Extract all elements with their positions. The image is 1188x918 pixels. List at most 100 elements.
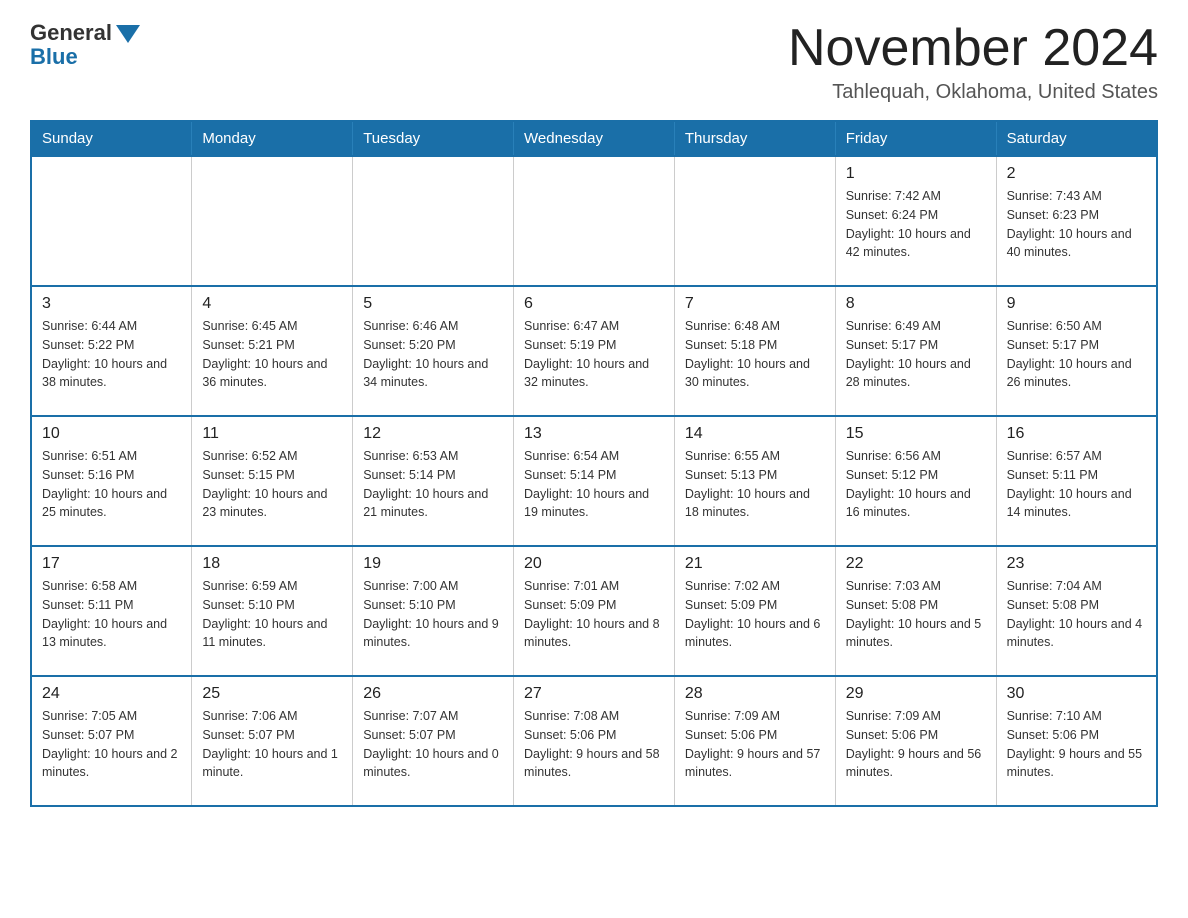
day-number: 30: [1007, 685, 1146, 703]
week-row-3: 17 Sunrise: 6:58 AM Sunset: 5:11 PM Dayli…: [31, 546, 1157, 676]
calendar-cell-w1-d3: 6 Sunrise: 6:47 AM Sunset: 5:19 PM Daylig…: [514, 286, 675, 416]
day-detail: Sunrise: 6:45 AM Sunset: 5:21 PM Dayligh…: [202, 317, 342, 392]
day-number: 10: [42, 425, 181, 443]
calendar-cell-w0-d2: [353, 156, 514, 286]
calendar-cell-w1-d5: 8Sunrise: 6:49 AM Sunset: 5:17 PM Daylig…: [835, 286, 996, 416]
calendar-cell-w2-d3: 13 Sunrise: 6:54 AM Sunset: 5:14 PM Dayli…: [514, 416, 675, 546]
logo-general-text: General: [30, 20, 112, 46]
header-monday: Monday: [192, 121, 353, 156]
calendar-table: Sunday Monday Tuesday Wednesday Thursday…: [30, 120, 1158, 807]
day-detail: Sunrise: 6:47 AM Sunset: 5:19 PM Dayligh…: [524, 317, 664, 392]
calendar-cell-w3-d1: 18 Sunrise: 6:59 AM Sunset: 5:10 PM Dayli…: [192, 546, 353, 676]
day-number: 18: [202, 555, 342, 573]
calendar-cell-w0-d5: 1 Sunrise: 7:42 AM Sunset: 6:24 PM Daylig…: [835, 156, 996, 286]
day-detail: Sunrise: 6:53 AM Sunset: 5:14 PM Dayligh…: [363, 447, 503, 522]
day-number: 26: [363, 685, 503, 703]
day-detail: Sunrise: 7:01 AM Sunset: 5:09 PM Dayligh…: [524, 577, 664, 652]
day-detail: Sunrise: 6:59 AM Sunset: 5:10 PM Dayligh…: [202, 577, 342, 652]
calendar-cell-w4-d1: 25Sunrise: 7:06 AM Sunset: 5:07 PM Dayli…: [192, 676, 353, 806]
day-number: 4: [202, 295, 342, 313]
day-detail: Sunrise: 6:51 AM Sunset: 5:16 PM Dayligh…: [42, 447, 181, 522]
header-tuesday: Tuesday: [353, 121, 514, 156]
day-detail: Sunrise: 7:10 AM Sunset: 5:06 PM Dayligh…: [1007, 707, 1146, 782]
calendar-cell-w1-d4: 7Sunrise: 6:48 AM Sunset: 5:18 PM Daylig…: [674, 286, 835, 416]
day-number: 16: [1007, 425, 1146, 443]
calendar-cell-w0-d4: [674, 156, 835, 286]
day-detail: Sunrise: 7:07 AM Sunset: 5:07 PM Dayligh…: [363, 707, 503, 782]
calendar-cell-w2-d6: 16 Sunrise: 6:57 AM Sunset: 5:11 PM Dayli…: [996, 416, 1157, 546]
day-number: 15: [846, 425, 986, 443]
calendar-cell-w0-d1: [192, 156, 353, 286]
day-detail: Sunrise: 7:42 AM Sunset: 6:24 PM Dayligh…: [846, 187, 986, 262]
logo: General Blue: [30, 20, 140, 70]
day-detail: Sunrise: 7:06 AM Sunset: 5:07 PM Dayligh…: [202, 707, 342, 782]
calendar-cell-w2-d5: 15 Sunrise: 6:56 AM Sunset: 5:12 PM Dayli…: [835, 416, 996, 546]
day-detail: Sunrise: 6:52 AM Sunset: 5:15 PM Dayligh…: [202, 447, 342, 522]
header-sunday: Sunday: [31, 121, 192, 156]
day-detail: Sunrise: 7:09 AM Sunset: 5:06 PM Dayligh…: [846, 707, 986, 782]
day-detail: Sunrise: 7:09 AM Sunset: 5:06 PM Dayligh…: [685, 707, 825, 782]
header-thursday: Thursday: [674, 121, 835, 156]
days-of-week-row: Sunday Monday Tuesday Wednesday Thursday…: [31, 121, 1157, 156]
calendar-body: 1 Sunrise: 7:42 AM Sunset: 6:24 PM Daylig…: [31, 156, 1157, 806]
calendar-cell-w4-d5: 29 Sunrise: 7:09 AM Sunset: 5:06 PM Dayli…: [835, 676, 996, 806]
day-number: 9: [1007, 295, 1146, 313]
day-number: 8: [846, 295, 986, 313]
calendar-cell-w0-d6: 2 Sunrise: 7:43 AM Sunset: 6:23 PM Daylig…: [996, 156, 1157, 286]
day-detail: Sunrise: 6:44 AM Sunset: 5:22 PM Dayligh…: [42, 317, 181, 392]
calendar-cell-w2-d1: 11 Sunrise: 6:52 AM Sunset: 5:15 PM Dayli…: [192, 416, 353, 546]
header-wednesday: Wednesday: [514, 121, 675, 156]
location-subtitle: Tahlequah, Oklahoma, United States: [788, 81, 1158, 104]
calendar-cell-w1-d6: 9Sunrise: 6:50 AM Sunset: 5:17 PM Daylig…: [996, 286, 1157, 416]
calendar-cell-w2-d2: 12 Sunrise: 6:53 AM Sunset: 5:14 PM Dayli…: [353, 416, 514, 546]
calendar-cell-w4-d6: 30 Sunrise: 7:10 AM Sunset: 5:06 PM Dayli…: [996, 676, 1157, 806]
week-row-4: 24Sunrise: 7:05 AM Sunset: 5:07 PM Dayli…: [31, 676, 1157, 806]
calendar-cell-w2-d4: 14Sunrise: 6:55 AM Sunset: 5:13 PM Dayli…: [674, 416, 835, 546]
header-saturday: Saturday: [996, 121, 1157, 156]
day-number: 1: [846, 165, 986, 183]
day-detail: Sunrise: 7:04 AM Sunset: 5:08 PM Dayligh…: [1007, 577, 1146, 652]
day-detail: Sunrise: 6:56 AM Sunset: 5:12 PM Dayligh…: [846, 447, 986, 522]
calendar-header: Sunday Monday Tuesday Wednesday Thursday…: [31, 121, 1157, 156]
day-detail: Sunrise: 6:57 AM Sunset: 5:11 PM Dayligh…: [1007, 447, 1146, 522]
week-row-0: 1 Sunrise: 7:42 AM Sunset: 6:24 PM Daylig…: [31, 156, 1157, 286]
day-number: 13: [524, 425, 664, 443]
page-header: General Blue November 2024 Tahlequah, Ok…: [30, 20, 1158, 104]
calendar-cell-w2-d0: 10 Sunrise: 6:51 AM Sunset: 5:16 PM Dayli…: [31, 416, 192, 546]
day-number: 17: [42, 555, 181, 573]
day-number: 6: [524, 295, 664, 313]
calendar-cell-w3-d4: 21 Sunrise: 7:02 AM Sunset: 5:09 PM Dayli…: [674, 546, 835, 676]
header-friday: Friday: [835, 121, 996, 156]
day-detail: Sunrise: 7:02 AM Sunset: 5:09 PM Dayligh…: [685, 577, 825, 652]
week-row-1: 3Sunrise: 6:44 AM Sunset: 5:22 PM Daylig…: [31, 286, 1157, 416]
day-detail: Sunrise: 7:43 AM Sunset: 6:23 PM Dayligh…: [1007, 187, 1146, 262]
day-number: 28: [685, 685, 825, 703]
title-block: November 2024 Tahlequah, Oklahoma, Unite…: [788, 20, 1158, 104]
day-number: 24: [42, 685, 181, 703]
calendar-cell-w4-d0: 24Sunrise: 7:05 AM Sunset: 5:07 PM Dayli…: [31, 676, 192, 806]
calendar-cell-w1-d1: 4 Sunrise: 6:45 AM Sunset: 5:21 PM Daylig…: [192, 286, 353, 416]
day-number: 29: [846, 685, 986, 703]
week-row-2: 10 Sunrise: 6:51 AM Sunset: 5:16 PM Dayli…: [31, 416, 1157, 546]
day-detail: Sunrise: 6:48 AM Sunset: 5:18 PM Dayligh…: [685, 317, 825, 392]
calendar-cell-w0-d0: [31, 156, 192, 286]
logo-arrow-icon: [116, 25, 140, 43]
day-detail: Sunrise: 7:00 AM Sunset: 5:10 PM Dayligh…: [363, 577, 503, 652]
day-number: 27: [524, 685, 664, 703]
day-number: 2: [1007, 165, 1146, 183]
day-number: 11: [202, 425, 342, 443]
day-detail: Sunrise: 6:58 AM Sunset: 5:11 PM Dayligh…: [42, 577, 181, 652]
day-number: 23: [1007, 555, 1146, 573]
day-detail: Sunrise: 7:08 AM Sunset: 5:06 PM Dayligh…: [524, 707, 664, 782]
day-detail: Sunrise: 6:54 AM Sunset: 5:14 PM Dayligh…: [524, 447, 664, 522]
day-number: 21: [685, 555, 825, 573]
calendar-cell-w3-d5: 22Sunrise: 7:03 AM Sunset: 5:08 PM Dayli…: [835, 546, 996, 676]
day-number: 14: [685, 425, 825, 443]
day-number: 12: [363, 425, 503, 443]
logo-blue-text: Blue: [30, 44, 78, 70]
calendar-cell-w3-d6: 23 Sunrise: 7:04 AM Sunset: 5:08 PM Dayli…: [996, 546, 1157, 676]
calendar-cell-w3-d3: 20Sunrise: 7:01 AM Sunset: 5:09 PM Dayli…: [514, 546, 675, 676]
calendar-cell-w4-d2: 26 Sunrise: 7:07 AM Sunset: 5:07 PM Dayli…: [353, 676, 514, 806]
calendar-cell-w4-d3: 27 Sunrise: 7:08 AM Sunset: 5:06 PM Dayli…: [514, 676, 675, 806]
day-number: 5: [363, 295, 503, 313]
